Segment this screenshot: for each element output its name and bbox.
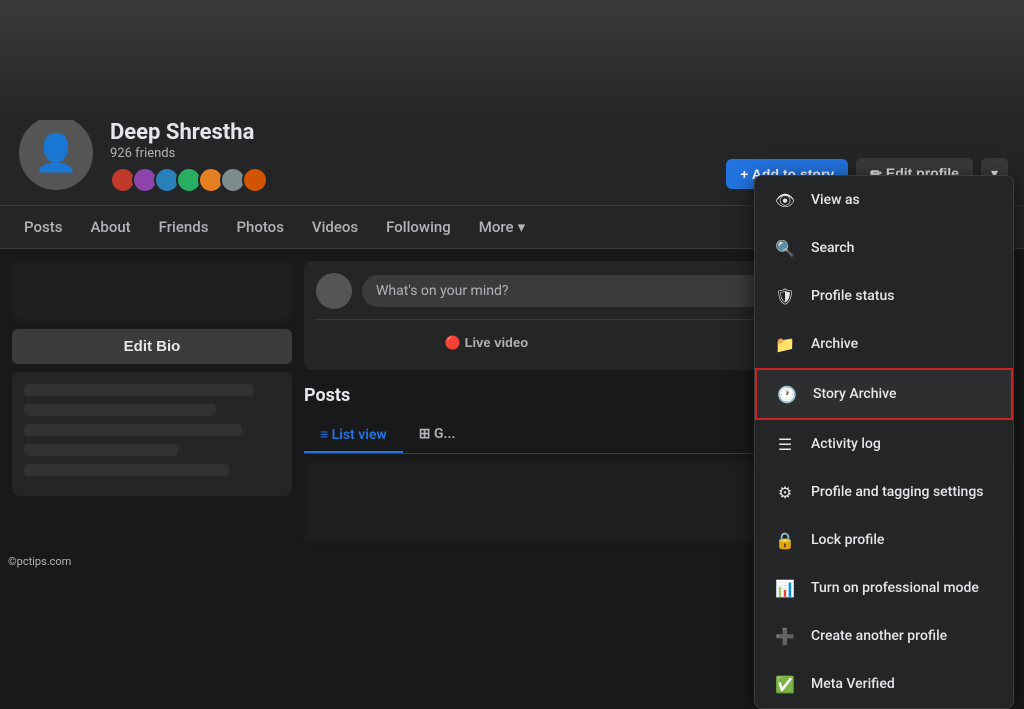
list-view-tab[interactable]: ≡ List view (304, 418, 403, 453)
archive-label: Archive (811, 336, 858, 352)
dropdown-item-create-profile[interactable]: ➕ Create another profile (755, 612, 1013, 660)
professional-mode-label: Turn on professional mode (811, 580, 979, 596)
create-profile-label: Create another profile (811, 628, 947, 644)
activity-log-icon: ☰ (771, 430, 799, 458)
dropdown-item-search[interactable]: 🔍 Search (755, 224, 1013, 272)
cover-photo (0, 0, 1024, 120)
archive-icon: 📁 (771, 330, 799, 358)
create-profile-icon: ➕ (771, 622, 799, 650)
blurred-line-1 (24, 384, 254, 396)
dropdown-item-profile-status[interactable]: 🛡 Profile status (755, 272, 1013, 320)
profile-avatar: 👤 (16, 113, 96, 193)
dropdown-item-lock-profile[interactable]: 🔒 Lock profile (755, 516, 1013, 564)
professional-mode-icon: 📊 (771, 574, 799, 602)
dropdown-menu: 👁 View as 🔍 Search 🛡 Profile status 📁 Archive 🕐 S… (754, 175, 1014, 709)
edit-bio-button[interactable]: Edit Bio (12, 329, 292, 364)
live-video-button[interactable]: 🔴 Live video (316, 328, 657, 358)
friend-avatar (242, 167, 268, 193)
dropdown-item-story-archive[interactable]: 🕐 Story Archive (755, 368, 1013, 420)
view-as-label: View as (811, 192, 860, 208)
dropdown-item-archive[interactable]: 📁 Archive (755, 320, 1013, 368)
profile-tagging-label: Profile and tagging settings (811, 484, 983, 500)
friend-avatars (110, 167, 712, 193)
meta-verified-icon: ✅ (771, 670, 799, 698)
profile-tagging-icon: ⚙ (771, 478, 799, 506)
lock-profile-icon: 🔒 (771, 526, 799, 554)
grid-view-tab[interactable]: ⊞ G... (403, 418, 472, 453)
blurred-line-5 (24, 464, 229, 476)
nav-item-more[interactable]: More ▾ (465, 206, 539, 248)
story-archive-icon: 🕐 (773, 380, 801, 408)
friends-count: 926 friends (110, 146, 712, 161)
view-as-icon: 👁 (771, 186, 799, 214)
meta-verified-label: Meta Verified (811, 676, 895, 692)
profile-name: Deep Shrestha (110, 120, 712, 146)
blurred-line-4 (24, 444, 178, 456)
chevron-down-icon: ▾ (518, 218, 526, 236)
profile-info: Deep Shrestha 926 friends (110, 120, 712, 193)
search-label: Search (811, 240, 854, 256)
nav-item-videos[interactable]: Videos (298, 206, 372, 248)
dropdown-item-professional-mode[interactable]: 📊 Turn on professional mode (755, 564, 1013, 612)
dropdown-item-profile-tagging[interactable]: ⚙ Profile and tagging settings (755, 468, 1013, 516)
dropdown-item-meta-verified[interactable]: ✅ Meta Verified (755, 660, 1013, 708)
story-archive-label: Story Archive (813, 386, 896, 402)
nav-item-about[interactable]: About (76, 206, 144, 248)
dropdown-item-view-as[interactable]: 👁 View as (755, 176, 1013, 224)
copyright-label: ©pctips.com (8, 555, 71, 568)
search-icon: 🔍 (771, 234, 799, 262)
lock-profile-label: Lock profile (811, 532, 884, 548)
dropdown-item-activity-log[interactable]: ☰ Activity log (755, 420, 1013, 468)
blurred-line-3 (24, 424, 242, 436)
profile-status-icon: 🛡 (771, 282, 799, 310)
nav-item-friends[interactable]: Friends (145, 206, 223, 248)
posts-title: Posts (304, 385, 350, 406)
profile-status-label: Profile status (811, 288, 894, 304)
sidebar-blurred-info (12, 261, 292, 321)
activity-log-label: Activity log (811, 436, 881, 452)
blurred-line-2 (24, 404, 216, 416)
nav-item-following[interactable]: Following (372, 206, 465, 248)
post-avatar (316, 273, 352, 309)
sidebar-blurred-lines (12, 372, 292, 496)
nav-item-photos[interactable]: Photos (222, 206, 297, 248)
nav-item-posts[interactable]: Posts (10, 206, 76, 248)
